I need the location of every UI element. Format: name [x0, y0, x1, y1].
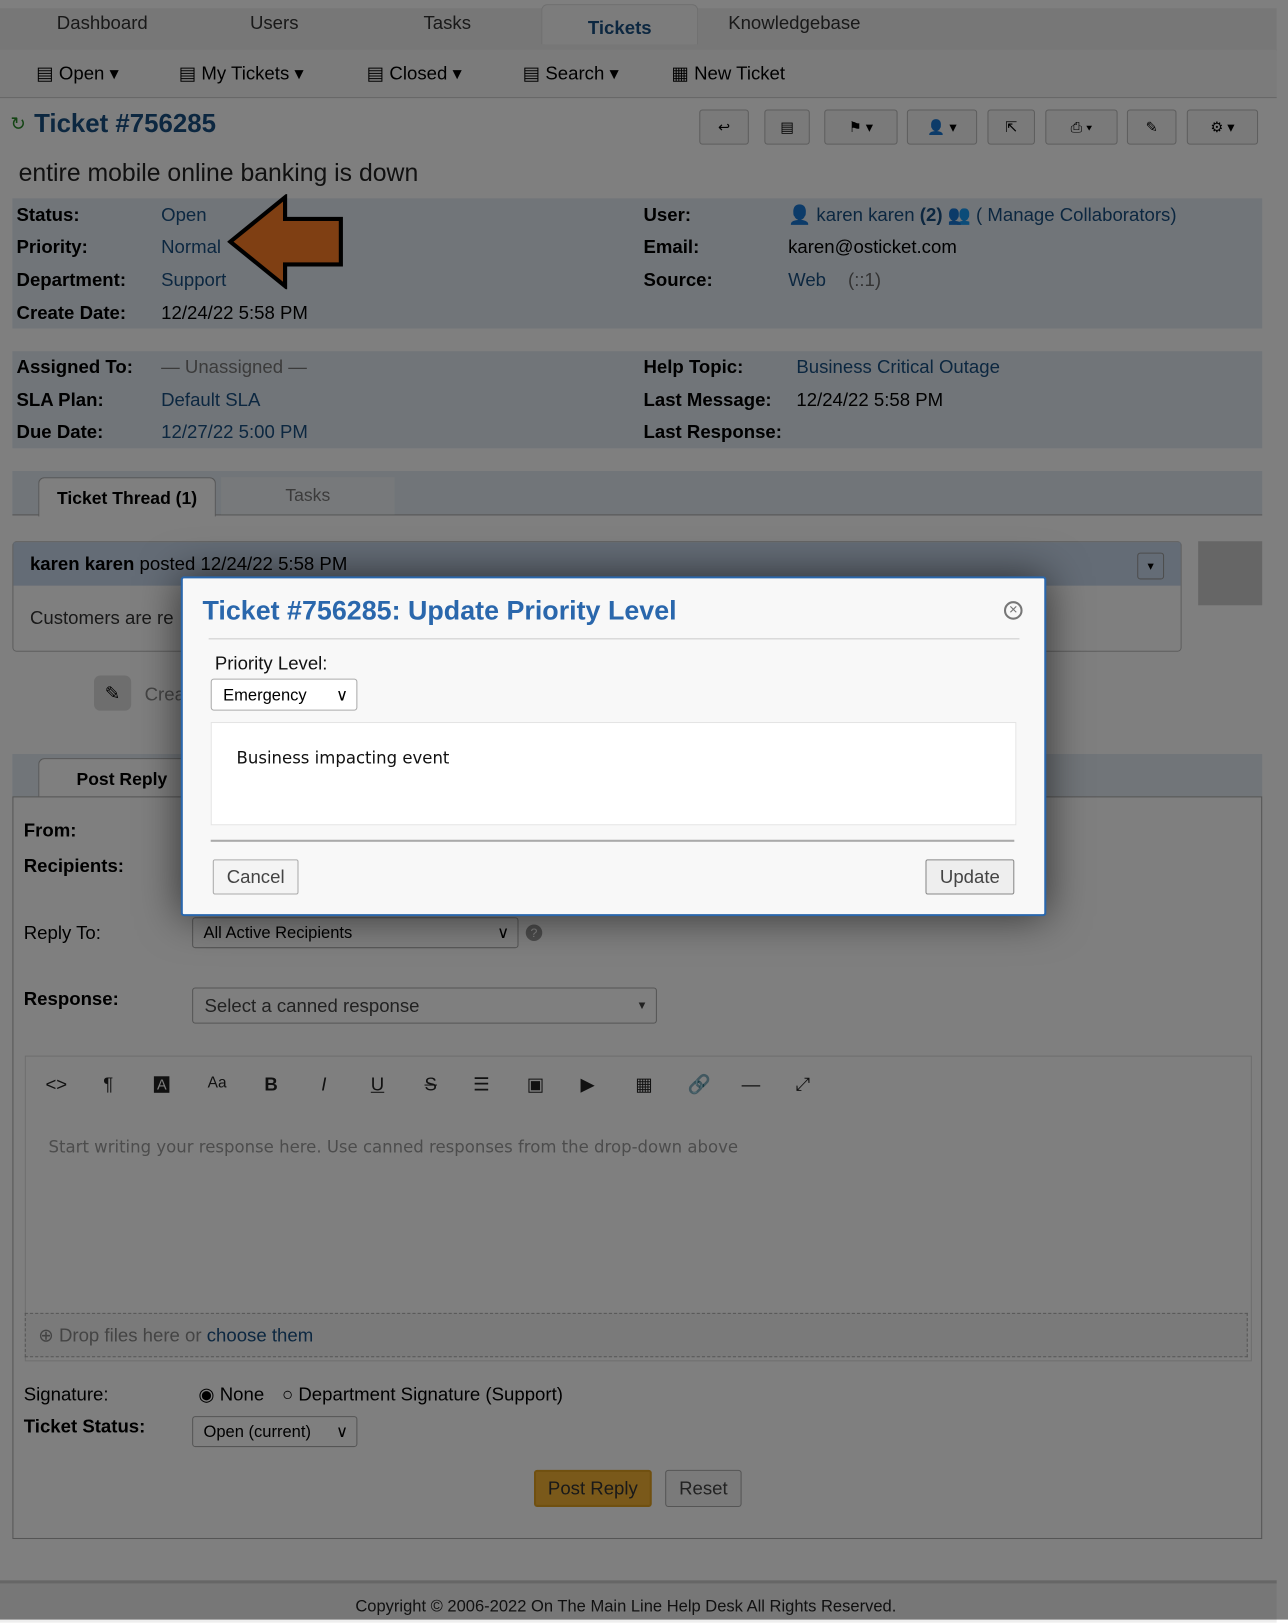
chevron-down-icon: ∨ — [335, 686, 349, 705]
priority-description-box: Business impacting event — [210, 721, 1017, 826]
divider — [210, 839, 1015, 842]
update-button[interactable]: Update — [925, 859, 1015, 895]
priority-description: Business impacting event — [236, 747, 450, 768]
update-priority-dialog: Ticket #756285: Update Priority Level ✕ … — [180, 576, 1047, 917]
divider — [208, 638, 1020, 640]
dialog-title: Ticket #756285: Update Priority Level — [202, 594, 677, 626]
priority-level-label: Priority Level: — [214, 652, 328, 674]
cancel-button[interactable]: Cancel — [212, 859, 299, 895]
close-icon[interactable]: ✕ — [1003, 601, 1023, 620]
priority-level-select[interactable]: Emergency ∨ — [210, 678, 358, 711]
